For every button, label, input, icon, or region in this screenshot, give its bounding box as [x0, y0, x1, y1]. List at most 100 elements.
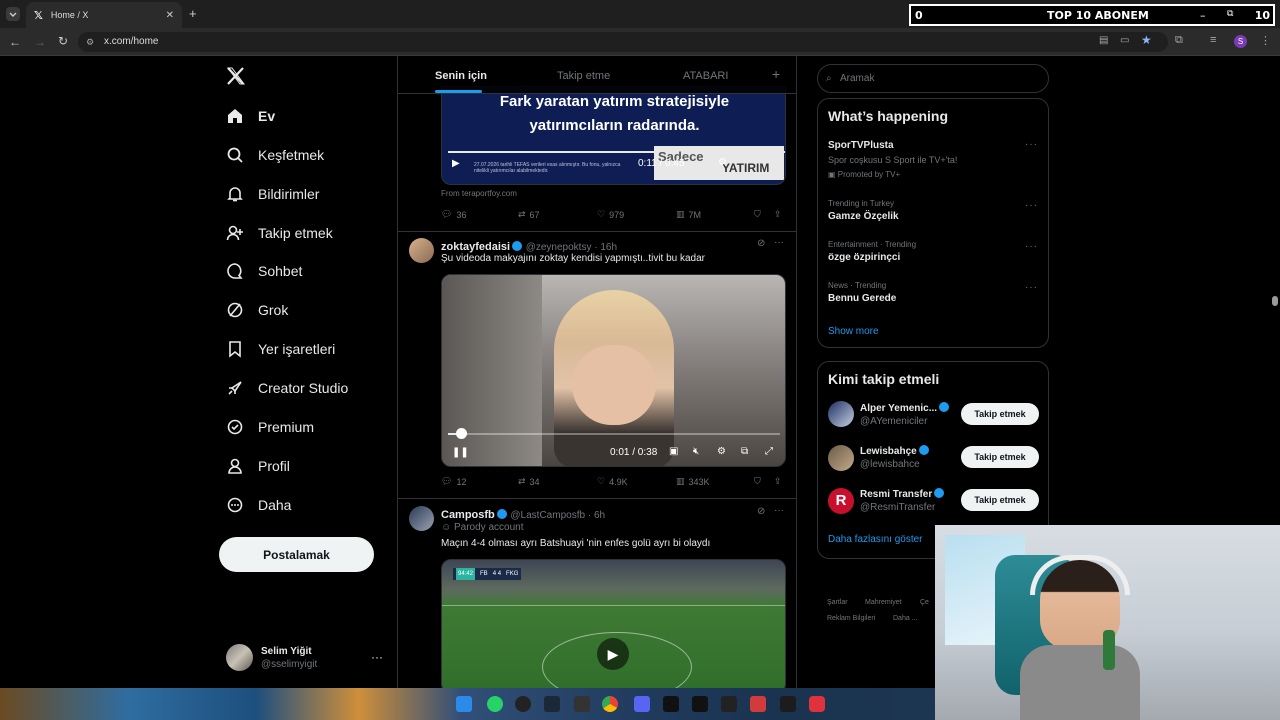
tab-atabari[interactable]: ATABARI [683, 70, 728, 82]
minimize-icon[interactable]: – [1200, 9, 1206, 22]
match-video[interactable]: 94:42 FB 4 4 FKG ▶ [441, 559, 786, 688]
reply-button[interactable]: 💬︎ 36 [441, 209, 466, 220]
avatar[interactable] [409, 506, 434, 531]
mute-icon[interactable]: 🔇︎ [693, 446, 699, 457]
ad-video-player[interactable]: Fark yaratan yatırım stratejisiyle yatır… [441, 86, 786, 185]
account-menu-icon[interactable]: ··· [371, 650, 383, 664]
trend-name[interactable]: Bennu Gerede [828, 293, 896, 304]
post-button[interactable]: Postalamak [219, 537, 374, 572]
nav-item-2[interactable]: Keşfetmek [226, 139, 324, 171]
grok-icon[interactable]: ⊘ [757, 238, 765, 249]
settings-gear-icon[interactable]: ⚙ [718, 157, 727, 168]
nav-item-3[interactable]: Bildirimler [226, 178, 319, 210]
site-info-icon[interactable]: ⚙ [86, 32, 94, 52]
trend-more-icon[interactable]: ··· [1025, 200, 1038, 211]
add-tab-icon[interactable]: + [772, 66, 780, 82]
picture-in-picture-icon[interactable]: ⧉ [741, 446, 748, 457]
trend-more-icon[interactable]: ··· [1025, 241, 1038, 252]
footer-link[interactable]: Çe [920, 599, 929, 606]
tiktok-icon[interactable] [663, 696, 679, 712]
author-handle[interactable]: @zeynepoktsy [526, 242, 592, 253]
tweet-time[interactable]: 16h [600, 242, 617, 253]
nav-item-11[interactable]: Daha [226, 489, 291, 521]
back-icon[interactable]: ← [9, 35, 21, 49]
more-icon[interactable]: ··· [774, 505, 784, 516]
discord-icon[interactable] [634, 696, 650, 712]
fullscreen-icon[interactable]: ⤢ [765, 446, 773, 457]
close-tab-icon[interactable]: ✕ [166, 10, 174, 21]
search-input[interactable]: ⌕ Aramak [817, 64, 1049, 93]
follow-button[interactable]: Takip etmek [961, 489, 1039, 511]
footer-link[interactable]: Mahremiyet [865, 599, 902, 606]
menu-kebab-icon[interactable]: ⋮ [1260, 34, 1271, 47]
restore-icon[interactable]: ⧉ [1227, 9, 1233, 19]
avatar[interactable] [409, 238, 434, 263]
footer-link[interactable]: Reklam Bilgileri [827, 615, 875, 622]
obs-icon[interactable] [515, 696, 531, 712]
nav-item-6[interactable]: Grok [226, 294, 288, 326]
cast-icon[interactable]: ▭ [1120, 35, 1129, 46]
show-more-link[interactable]: Show more [828, 326, 879, 337]
whatsapp-icon[interactable] [487, 696, 503, 712]
avatar[interactable]: R [828, 488, 854, 514]
tab-following[interactable]: Takip etme [557, 70, 610, 82]
app-icon[interactable] [750, 696, 766, 712]
video-player[interactable]: ❚❚ 0:01 / 0:38 ▣ 🔇︎ ⚙ ⧉ ⤢ [441, 274, 786, 467]
repost-button[interactable]: ⇄ 67 [518, 209, 540, 220]
views-button[interactable]: ▥ 7M [676, 209, 701, 220]
trend-name[interactable]: Gamze Özçelik [828, 211, 899, 222]
app-icon[interactable] [809, 696, 825, 712]
reply-button[interactable]: 💬︎ 12 [441, 476, 466, 487]
pause-icon[interactable]: ❚❚ [452, 447, 469, 458]
x-logo-icon[interactable] [226, 66, 246, 86]
nav-item-10[interactable]: Profil [226, 450, 290, 482]
profile-avatar-icon[interactable]: S [1234, 35, 1247, 48]
captions-icon[interactable]: ▣ [669, 446, 678, 457]
avatar[interactable] [828, 445, 854, 471]
nav-item-5[interactable]: Sohbet [226, 255, 302, 287]
bookmark-button[interactable]: ⛉ [754, 209, 761, 220]
new-tab-button[interactable]: + [189, 6, 197, 21]
extensions-icon[interactable]: ⧉ [1175, 34, 1183, 47]
trend-more-icon[interactable]: ··· [1025, 139, 1038, 150]
share-button[interactable]: ⇪ [774, 209, 782, 220]
tweet-time[interactable]: 6h [594, 510, 605, 521]
settings-gear-icon[interactable]: ⚙ [717, 446, 726, 457]
like-button[interactable]: ♡ 979 [597, 209, 624, 220]
share-button[interactable]: ⇪ [774, 476, 782, 487]
views-button[interactable]: ▥ 343K [676, 476, 710, 487]
avatar[interactable] [828, 401, 854, 427]
bookmark-button[interactable]: ⛉ [754, 476, 761, 487]
suggested-user-name[interactable]: Alper Yemenic... [860, 402, 950, 414]
video-progress-track[interactable] [448, 433, 780, 435]
footer-link[interactable]: Daha ... [893, 615, 918, 622]
suggested-user-name[interactable]: Resmi Transfer [860, 488, 945, 500]
nav-item-9[interactable]: Premium [226, 411, 314, 443]
footer-link[interactable]: Şartlar [827, 599, 848, 606]
nav-item-4[interactable]: Takip etmek [226, 217, 333, 249]
epic-games-icon[interactable] [574, 696, 590, 712]
tab-for-you[interactable]: Senin için [435, 70, 487, 82]
nav-item-1[interactable]: Ev [226, 100, 275, 132]
forward-icon[interactable]: → [34, 35, 46, 49]
app-icon[interactable] [692, 696, 708, 712]
trend-name[interactable]: özge özpirinçci [828, 252, 900, 263]
author-name[interactable]: Camposfb [441, 509, 495, 521]
start-menu-icon[interactable] [456, 696, 472, 712]
bookmark-star-icon[interactable]: ★ [1141, 33, 1152, 47]
browser-tab[interactable]: 𝕏 Home / X ✕ [26, 2, 182, 28]
steam-icon[interactable] [544, 696, 560, 712]
valorant-icon[interactable] [721, 696, 737, 712]
tab-list-button[interactable] [6, 7, 20, 21]
translate-icon[interactable]: ▤ [1099, 35, 1108, 46]
scrollbar-thumb[interactable] [1272, 296, 1278, 306]
reading-list-icon[interactable]: ≡ [1210, 34, 1216, 46]
show-more-link[interactable]: Daha fazlasını göster [828, 534, 923, 545]
nav-item-8[interactable]: Creator Studio [226, 372, 348, 404]
grok-icon[interactable]: ⊘ [757, 506, 765, 517]
chrome-icon[interactable] [602, 696, 618, 712]
nav-item-7[interactable]: Yer işaretleri [226, 333, 335, 365]
address-bar[interactable]: ⚙ x.com/home [78, 32, 1168, 52]
trend-name[interactable]: SporTVPlusta [828, 140, 894, 151]
author-name[interactable]: zoktayfedaisi [441, 241, 510, 253]
